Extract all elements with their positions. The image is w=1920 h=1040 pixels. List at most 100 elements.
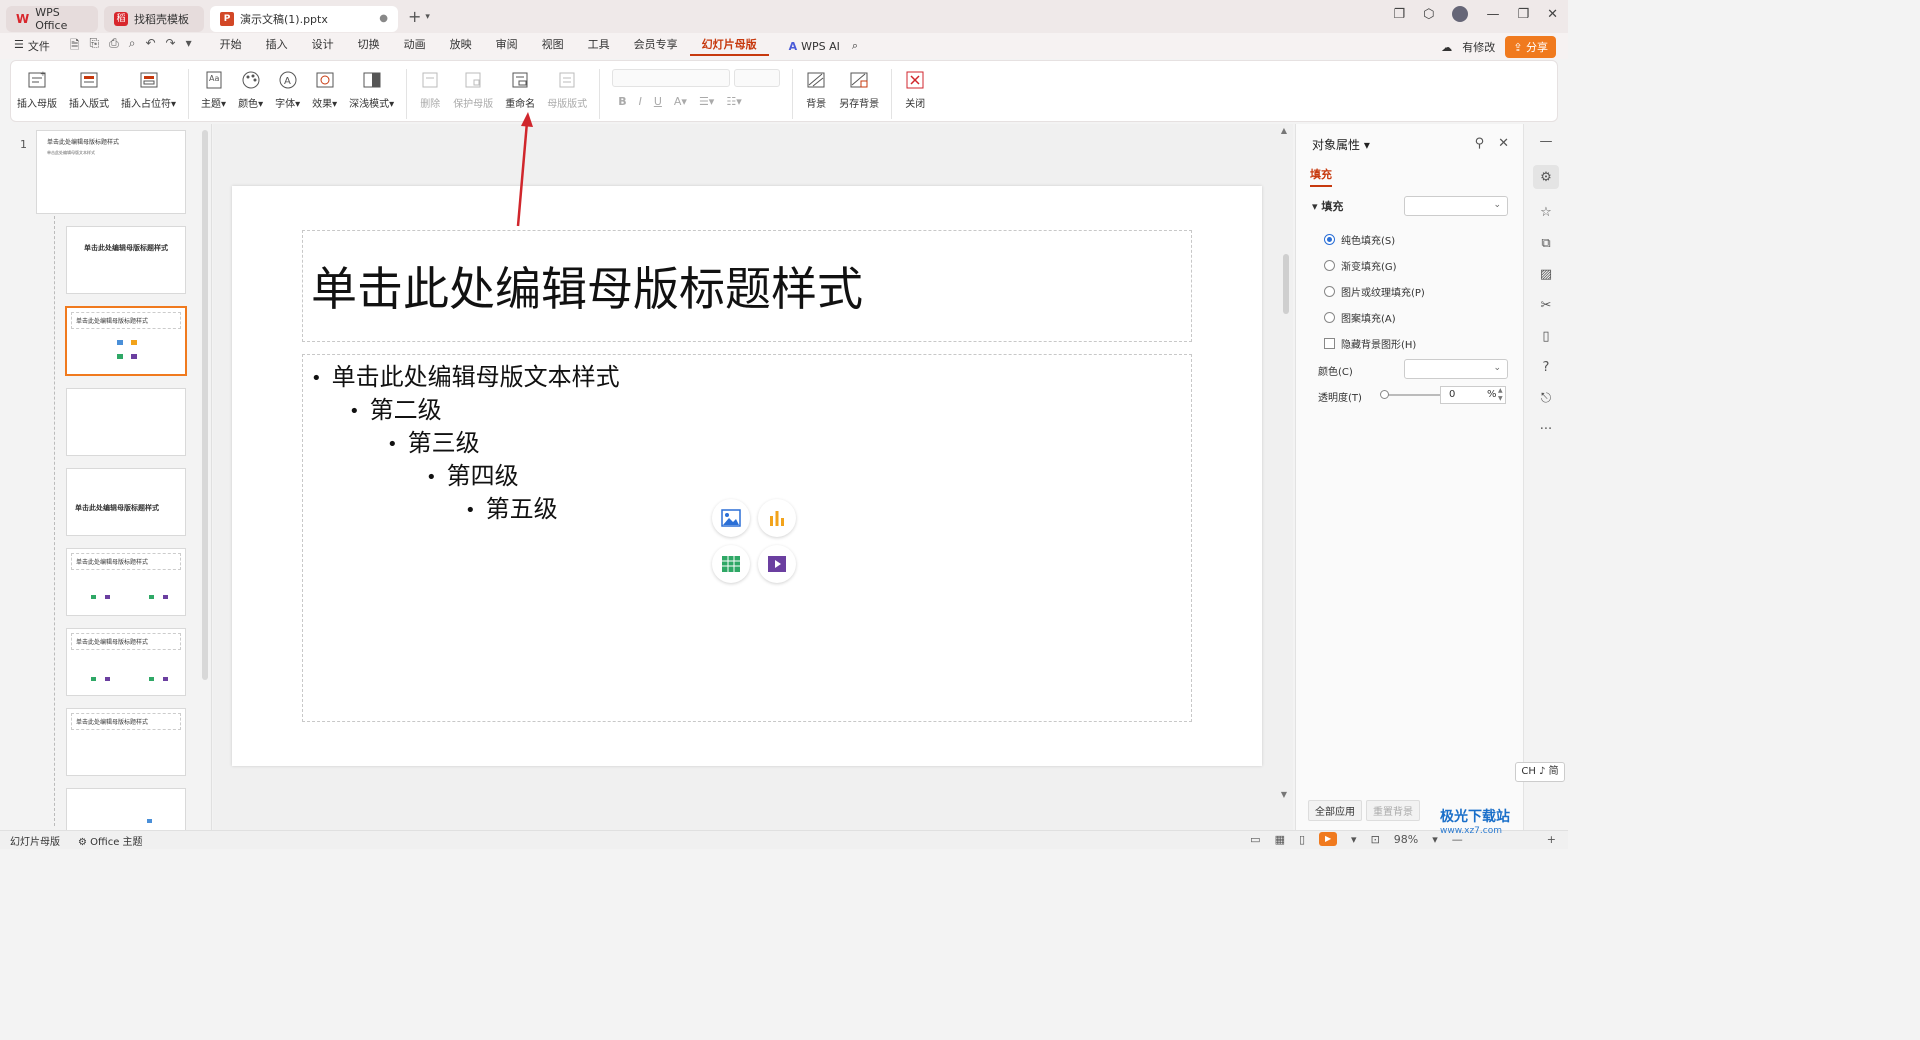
tab-find-template[interactable]: 稻 找稻壳模板 [104,5,204,32]
menu-item-6[interactable]: 审阅 [484,36,530,56]
collapse-icon[interactable]: — [1540,134,1553,149]
print-icon[interactable]: ⎙ [109,36,119,57]
restore-icon[interactable]: ❐ [1517,7,1529,22]
depth-mode-button[interactable]: 深浅模式▾ [343,69,400,110]
layout-thumbnail-title[interactable]: 单击此处编辑母版标题样式 [66,226,186,294]
menu-item-4[interactable]: 动画 [392,36,438,56]
copy-layers-icon[interactable]: ⧉ [1541,236,1550,251]
tab-wps-office[interactable]: W WPS Office [6,5,98,32]
protect-master-button[interactable]: 保护母版 [447,69,499,110]
color-button[interactable]: 颜色▾ [232,69,269,110]
sorter-view-icon[interactable]: ▦ [1275,833,1285,846]
effect-button[interactable]: 效果▾ [306,69,343,110]
help-icon[interactable]: ? [1543,360,1550,375]
redo-icon[interactable]: ↷ [166,36,176,57]
menu-item-9[interactable]: 会员专享 [622,36,690,56]
properties-sliders-icon[interactable]: ⚙ [1533,165,1559,189]
title-placeholder[interactable]: 单击此处编辑母版标题样式 [302,230,1192,342]
chevron-down-icon[interactable]: ▾ [425,12,430,22]
pin-icon[interactable]: ⚲ [1475,136,1485,151]
share-button[interactable]: ⇪ 分享 [1505,36,1556,58]
zoom-level[interactable]: 98% [1394,833,1418,846]
slider-knob[interactable] [1380,390,1389,399]
menu-item-5[interactable]: 放映 [438,36,484,56]
print-preview-icon[interactable]: ⌕ [129,36,136,57]
canvas-scrollbar[interactable] [1283,254,1289,314]
cube-icon[interactable]: ⬡ [1423,7,1434,22]
share-device-icon[interactable]: ⎋ [1541,391,1551,406]
menu-item-2[interactable]: 设计 [300,36,346,56]
window-layout-icon[interactable]: ❐ [1393,7,1405,22]
color-dropdown[interactable]: ⌄ [1404,359,1508,379]
close-icon[interactable]: ✕ [1547,7,1558,22]
fit-window-icon[interactable]: ⊡ [1371,833,1380,846]
insert-master-button[interactable]: + 插入母版 [11,69,63,110]
menu-item-1[interactable]: 插入 [254,36,300,56]
master-layout-button[interactable]: 母版版式 [541,69,593,110]
normal-view-icon[interactable]: ▭ [1250,833,1260,846]
insert-picture-button[interactable] [712,499,750,537]
background-button[interactable]: 背景 [799,69,833,110]
italic-icon[interactable]: I [639,95,642,108]
menu-item-7[interactable]: 视图 [530,36,576,56]
body-placeholder[interactable]: 单击此处编辑母版文本样式 第二级 第三级 第四级 第五级 [302,354,1192,722]
rename-button[interactable]: 重命名 [499,69,541,110]
layout-thumbnail-comparison[interactable]: 单击此处编辑母版标题样式 [66,628,186,696]
wps-ai-button[interactable]: A WPS AI [789,40,840,53]
insert-chart-button[interactable] [758,499,796,537]
avatar[interactable] [1452,6,1469,22]
new-tab-icon[interactable]: + [408,7,421,26]
bold-icon[interactable]: B [618,95,626,108]
fill-section-header[interactable]: ▾ 填充 [1312,198,1343,214]
bullet-list-icon[interactable]: ☰▾ [699,95,714,108]
reading-view-icon[interactable]: ▯ [1299,833,1305,846]
gradient-fill-option[interactable]: 渐变填充(G) [1324,258,1397,273]
underline-icon[interactable]: U [654,95,662,108]
font-color-icon[interactable]: A▾ [674,95,687,108]
numbered-list-icon[interactable]: ☷▾ [726,95,741,108]
tab-document[interactable]: P 演示文稿(1).pptx ● [210,5,398,32]
menu-item-3[interactable]: 切换 [346,36,392,56]
theme-indicator[interactable]: ⚙ Office 主题 [78,833,143,848]
play-slideshow-button[interactable]: ▶ [1319,832,1338,846]
transparency-input[interactable]: 0 % ▲ ▼ [1440,386,1506,404]
font-size-combo[interactable] [734,69,781,87]
master-thumbnail[interactable]: 单击此处编辑母版标题样式 单击此处编辑母版文本样式 [36,130,186,214]
image-edit-icon[interactable]: ▨ [1540,267,1552,282]
menu-item-10[interactable]: 幻灯片母版 [689,36,769,56]
menu-item-8[interactable]: 工具 [576,36,622,56]
transparency-slider[interactable] [1380,390,1442,399]
spinner-icon[interactable]: ▲ ▼ [1498,387,1503,403]
layout-thumbnail-blank[interactable] [66,388,186,456]
font-family-combo[interactable] [612,69,731,87]
solid-fill-option[interactable]: 纯色填充(S) [1324,232,1395,247]
hide-background-checkbox[interactable]: 隐藏背景图形(H) [1324,336,1416,351]
more-chevron-icon[interactable]: ▾ [186,36,192,57]
insert-placeholder-button[interactable]: 插入占位符▾ [115,69,182,110]
insert-table-button[interactable] [712,545,750,583]
has-changes-label[interactable]: 有修改 [1462,39,1495,55]
layout-thumbnail-section[interactable]: 单击此处编辑母版标题样式 [66,468,186,536]
minimize-icon[interactable]: — [1486,7,1499,22]
thumbnail-scrollbar[interactable] [202,130,208,680]
picture-fill-option[interactable]: 图片或纹理填充(P) [1324,284,1425,299]
tab-fill[interactable]: 填充 [1310,166,1332,187]
play-options-chevron-icon[interactable]: ▾ [1351,833,1357,846]
zoom-in-icon[interactable]: + [1547,833,1556,846]
save-icon[interactable]: 🗎 [70,36,80,57]
save-background-button[interactable]: 另存背景 [833,69,885,110]
close-master-button[interactable]: 关闭 [898,69,932,110]
close-pane-icon[interactable]: ✕ [1498,136,1509,151]
search-icon[interactable]: ⌕ [852,39,858,53]
font-button[interactable]: A 字体▾ [269,69,306,110]
book-icon[interactable]: ▯ [1542,329,1549,344]
layout-thumbnail-content-caption[interactable] [66,788,186,830]
insert-video-button[interactable] [758,545,796,583]
tools-icon[interactable]: ✂ [1541,298,1552,313]
layout-thumbnail-content-selected[interactable]: 单击此处编辑母版标题样式 [65,306,187,376]
layout-thumbnail-title-only[interactable]: 单击此处编辑母版标题样式 [66,708,186,776]
menu-item-0[interactable]: 开始 [208,36,254,56]
fill-type-dropdown[interactable]: ⌄ [1404,196,1508,216]
export-icon[interactable]: ⎘ [90,36,100,57]
theme-button[interactable]: Aa 主题▾ [195,69,232,110]
